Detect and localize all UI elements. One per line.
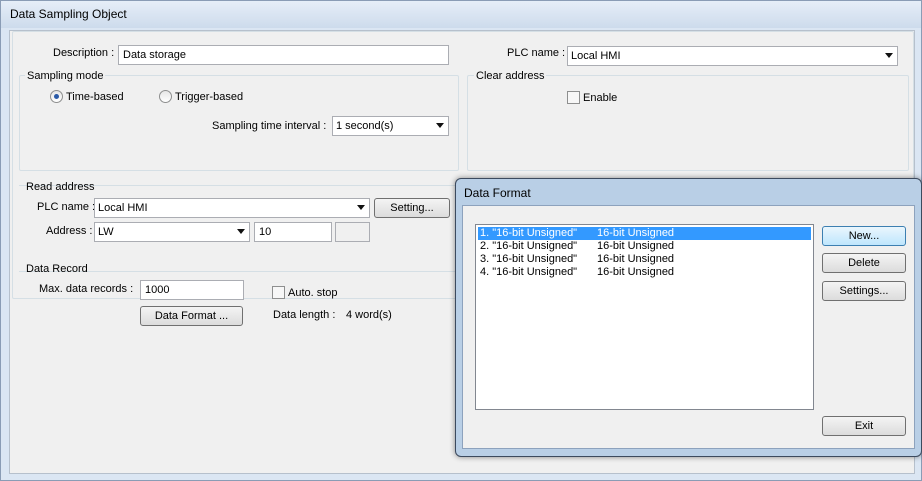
time-based-option[interactable]: Time-based bbox=[50, 90, 140, 105]
address-label: Address : bbox=[46, 225, 93, 237]
read-plc-name-value: Local HMI bbox=[98, 202, 148, 214]
max-records-label: Max. data records : bbox=[39, 283, 134, 295]
description-input[interactable]: Data storage bbox=[118, 45, 449, 65]
clear-address-title: Clear address bbox=[474, 70, 547, 82]
time-based-label: Time-based bbox=[66, 91, 124, 103]
list-item[interactable]: 4. "16-bit Unsigned" 16-bit Unsigned bbox=[478, 266, 811, 279]
read-plc-name-label: PLC name : bbox=[37, 201, 96, 213]
list-item-name: 1. "16-bit Unsigned" bbox=[480, 227, 578, 239]
enable-checkbox[interactable] bbox=[567, 91, 580, 104]
clear-address-enable[interactable]: Enable bbox=[567, 91, 637, 106]
address-type-value: LW bbox=[98, 226, 114, 238]
list-item-name: 3. "16-bit Unsigned" bbox=[480, 253, 578, 265]
data-record-title: Data Record bbox=[26, 263, 88, 275]
read-address-title: Read address bbox=[26, 181, 95, 193]
time-based-radio[interactable] bbox=[50, 90, 63, 103]
sampling-mode-title: Sampling mode bbox=[25, 70, 106, 82]
exit-button[interactable]: Exit bbox=[822, 416, 906, 436]
enable-label: Enable bbox=[583, 92, 618, 104]
chevron-down-icon bbox=[237, 229, 245, 234]
sampling-interval-label: Sampling time interval : bbox=[212, 120, 327, 132]
auto-stop-checkbox[interactable] bbox=[272, 286, 285, 299]
delete-button[interactable]: Delete bbox=[822, 253, 906, 273]
chevron-down-icon bbox=[885, 53, 893, 58]
settings-button[interactable]: Settings... bbox=[822, 281, 906, 301]
trigger-based-option[interactable]: Trigger-based bbox=[159, 90, 259, 105]
clear-address-group bbox=[467, 75, 909, 171]
read-plc-name-select[interactable]: Local HMI bbox=[94, 198, 370, 218]
list-item-type: 16-bit Unsigned bbox=[597, 227, 675, 239]
list-item-name: 4. "16-bit Unsigned" bbox=[480, 266, 578, 278]
address-type-select[interactable]: LW bbox=[94, 222, 250, 242]
description-label: Description : bbox=[53, 47, 115, 59]
data-sampling-object-window: Data Sampling Object Description : Data … bbox=[0, 0, 922, 481]
address-input[interactable]: 10 bbox=[254, 222, 332, 242]
sampling-interval-select[interactable]: 1 second(s) bbox=[332, 116, 449, 136]
max-records-input[interactable]: 1000 bbox=[140, 280, 244, 300]
dialog-client-area: 1. "16-bit Unsigned" 16-bit Unsigned 2. … bbox=[462, 205, 915, 449]
list-item-type: 16-bit Unsigned bbox=[597, 253, 675, 265]
list-item[interactable]: 1. "16-bit Unsigned" 16-bit Unsigned bbox=[477, 226, 812, 241]
plc-name-value: Local HMI bbox=[571, 50, 621, 62]
chevron-down-icon bbox=[357, 205, 365, 210]
trigger-based-label: Trigger-based bbox=[175, 91, 244, 103]
new-button[interactable]: New... bbox=[822, 226, 906, 246]
chevron-down-icon bbox=[436, 123, 444, 128]
list-item-name: 2. "16-bit Unsigned" bbox=[480, 240, 578, 252]
plc-name-label: PLC name : bbox=[507, 47, 566, 59]
dialog-title: Data Format bbox=[464, 186, 531, 200]
list-item[interactable]: 2. "16-bit Unsigned" 16-bit Unsigned bbox=[478, 240, 811, 253]
data-format-list[interactable]: 1. "16-bit Unsigned" 16-bit Unsigned 2. … bbox=[475, 224, 814, 410]
setting-button[interactable]: Setting... bbox=[374, 198, 450, 218]
data-length-value: 4 word(s) bbox=[346, 309, 392, 321]
data-format-dialog: Data Format 1. "16-bit Unsigned" 16-bit … bbox=[455, 178, 922, 457]
plc-name-select[interactable]: Local HMI bbox=[567, 46, 898, 66]
list-item-type: 16-bit Unsigned bbox=[597, 240, 675, 252]
list-item-type: 16-bit Unsigned bbox=[597, 266, 675, 278]
auto-stop-option[interactable]: Auto. stop bbox=[272, 286, 352, 301]
data-length-label: Data length : bbox=[273, 309, 336, 321]
auto-stop-label: Auto. stop bbox=[288, 287, 338, 299]
window-titlebar[interactable]: Data Sampling Object bbox=[1, 1, 921, 28]
list-item[interactable]: 3. "16-bit Unsigned" 16-bit Unsigned bbox=[478, 253, 811, 266]
sampling-interval-value: 1 second(s) bbox=[336, 120, 394, 132]
data-format-button[interactable]: Data Format ... bbox=[140, 306, 243, 326]
window-title: Data Sampling Object bbox=[10, 7, 127, 21]
trigger-based-radio[interactable] bbox=[159, 90, 172, 103]
address-extra-field bbox=[335, 222, 370, 242]
